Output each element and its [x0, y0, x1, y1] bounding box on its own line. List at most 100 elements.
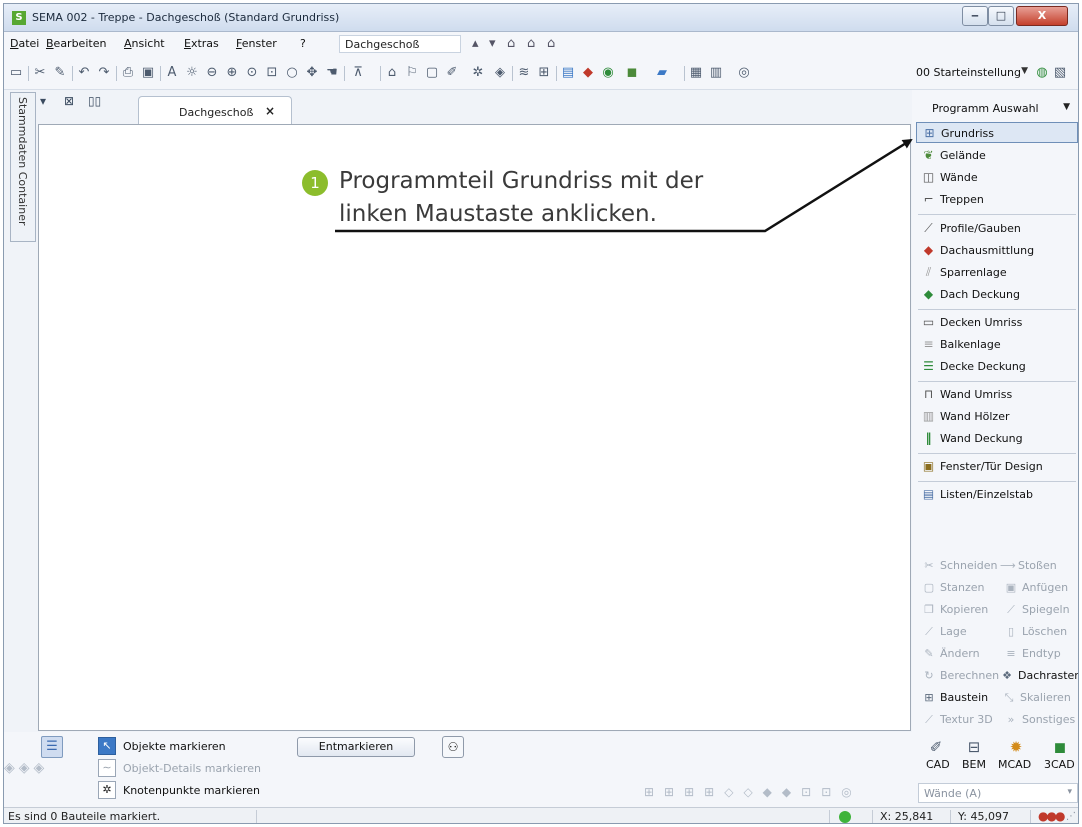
- program-item-fenster-tuer[interactable]: ▣ Fenster/Tür Design: [916, 456, 1078, 477]
- layers-button[interactable]: ☰: [41, 736, 63, 758]
- light-icon[interactable]: ☼: [184, 65, 200, 81]
- menu-ansicht[interactable]: Ansicht: [124, 37, 165, 50]
- options-icon[interactable]: ▧: [1052, 65, 1068, 81]
- snap-icon[interactable]: ⊼: [350, 65, 366, 81]
- cad-icon[interactable]: ✐: [926, 738, 946, 756]
- frame-icon[interactable]: ▢: [424, 65, 440, 81]
- mark-nodes-icon[interactable]: ✲: [98, 781, 116, 799]
- filter-icons[interactable]: ⊞⊞⊞⊞◇◇◆◆⊡⊡◎: [644, 785, 862, 799]
- program-item-dachausmittlung[interactable]: ◆ Dachausmittlung: [916, 240, 1078, 261]
- color-icon[interactable]: ▰: [654, 65, 670, 81]
- tool-aendern[interactable]: ✎ Ändern: [922, 647, 979, 660]
- hand-icon[interactable]: ☚: [324, 65, 340, 81]
- program-item-grundriss[interactable]: ⊞ Grundriss: [916, 122, 1078, 143]
- tool-stossen[interactable]: ⟶ Stoßen: [1000, 559, 1057, 572]
- mode-cad[interactable]: CAD: [926, 758, 950, 771]
- zoom-window-icon[interactable]: ⊙: [244, 65, 260, 81]
- redo-icon[interactable]: ↷: [96, 65, 112, 81]
- tool-skalieren[interactable]: ⤡ Skalieren: [1002, 691, 1071, 704]
- program-item-sparrenlage[interactable]: ⫽ Sparrenlage: [916, 262, 1078, 283]
- tool-spiegeln[interactable]: ⟋ Spiegeln: [1004, 603, 1069, 616]
- mark-details-icon[interactable]: ∼: [98, 759, 116, 777]
- mcad-icon[interactable]: ✹: [1006, 738, 1026, 756]
- program-item-profile[interactable]: ⟋ Profile/Gauben: [916, 218, 1078, 239]
- program-item-decke-deckung[interactable]: ☰ Decke Deckung: [916, 356, 1078, 377]
- menu-fenster[interactable]: Fenster: [236, 37, 277, 50]
- tool-stanzen[interactable]: ▢ Stanzen: [922, 581, 985, 594]
- layer-group-icons[interactable]: ◈◈◈: [4, 760, 48, 776]
- tool-berechnen[interactable]: ↻ Berechnen: [922, 669, 999, 682]
- drawing-canvas[interactable]: 1 Programmteil Grundriss mit der linken …: [38, 124, 911, 731]
- window-icon[interactable]: ▥: [708, 65, 724, 81]
- menu-help[interactable]: ?: [300, 37, 306, 50]
- bem-icon[interactable]: ⊟: [964, 738, 984, 756]
- mode-bem[interactable]: BEM: [962, 758, 986, 771]
- floor-lower-house-icon[interactable]: ⌂: [547, 36, 555, 51]
- floor-current-house-icon[interactable]: ⌂: [527, 36, 535, 51]
- program-item-waende[interactable]: ◫ Wände: [916, 167, 1078, 188]
- tool-loeschen[interactable]: ▯ Löschen: [1004, 625, 1067, 638]
- close-all-icon[interactable]: ⊠: [64, 94, 74, 108]
- floor-select[interactable]: Dachgeschoß: [339, 35, 461, 53]
- cut-icon[interactable]: ✂: [32, 65, 48, 81]
- close-button[interactable]: X: [1016, 6, 1068, 26]
- stairs-tool-icon[interactable]: ≋: [516, 65, 532, 81]
- minimize-button[interactable]: ‒: [962, 6, 988, 26]
- paste-icon[interactable]: ✎: [52, 65, 68, 81]
- program-item-treppen[interactable]: ⌐ Treppen: [916, 189, 1078, 210]
- render-icon[interactable]: ◈: [492, 65, 508, 81]
- text-size-icon[interactable]: A: [164, 65, 180, 81]
- program-item-wand-hoelzer[interactable]: ▥ Wand Hölzer: [916, 406, 1078, 427]
- measure-icon[interactable]: ⊞: [536, 65, 552, 81]
- cube-icon[interactable]: ◼: [624, 65, 640, 81]
- undo-icon[interactable]: ↶: [76, 65, 92, 81]
- program-selection-header[interactable]: Programm Auswahl: [932, 102, 1039, 115]
- program-item-balkenlage[interactable]: ≡ Balkenlage: [916, 334, 1078, 355]
- menu-bearbeiten[interactable]: Bearbeiten: [46, 37, 106, 50]
- tool-endtyp[interactable]: ≡ Endtyp: [1004, 647, 1060, 660]
- mode-3cad[interactable]: 3CAD: [1044, 758, 1075, 771]
- pan-icon[interactable]: ✥: [304, 65, 320, 81]
- master-data-container-tab[interactable]: Stammdaten Container: [10, 92, 36, 242]
- zoom-icon[interactable]: ○: [284, 65, 300, 81]
- unmark-button[interactable]: Entmarkieren: [297, 737, 415, 757]
- flag-icon[interactable]: ⚐: [404, 65, 420, 81]
- tool-dachraster[interactable]: ❖ Dachraster: [1000, 669, 1078, 682]
- menu-extras[interactable]: Extras: [184, 37, 219, 50]
- print-icon[interactable]: ⎙: [120, 65, 136, 81]
- tool-textur-3d[interactable]: ⟋ Textur 3D: [922, 713, 993, 726]
- menu-datei[interactable]: Datei: [10, 37, 39, 50]
- program-item-listen[interactable]: ▤ Listen/Einzelstab: [916, 484, 1078, 505]
- mode-mcad[interactable]: MCAD: [998, 758, 1031, 771]
- chevron-down-icon[interactable]: ▼: [1063, 102, 1070, 112]
- tool-kopieren[interactable]: ❐ Kopieren: [922, 603, 988, 616]
- tab-dachgeschoss[interactable]: Dachgeschoß ×: [138, 96, 292, 124]
- tool-lage[interactable]: ⟋ Lage: [922, 625, 966, 638]
- 3cad-icon[interactable]: ◼: [1050, 738, 1070, 756]
- program-item-decken-umriss[interactable]: ▭ Decken Umriss: [916, 312, 1078, 333]
- program-item-dach-deckung[interactable]: ◆ Dach Deckung: [916, 284, 1078, 305]
- maximize-button[interactable]: □: [988, 6, 1014, 26]
- grid-icon[interactable]: ▦: [688, 65, 704, 81]
- tab-list-icon[interactable]: ▾: [40, 94, 46, 108]
- marker-icon[interactable]: ◆: [580, 65, 596, 81]
- resize-grip-icon[interactable]: ⋰: [1066, 811, 1076, 822]
- house-view-icon[interactable]: ⌂: [384, 65, 400, 81]
- mark-objects-label[interactable]: Objekte markieren: [123, 740, 226, 753]
- mark-nodes-label[interactable]: Knotenpunkte markieren: [123, 784, 260, 797]
- floor-down-icon[interactable]: ▾: [489, 36, 496, 51]
- tool-schneiden[interactable]: ✂ Schneiden: [922, 559, 997, 572]
- pencil-icon[interactable]: ✐: [444, 65, 460, 81]
- program-item-wand-umriss[interactable]: ⊓ Wand Umriss: [916, 384, 1078, 405]
- zoom-out-icon[interactable]: ⊖: [204, 65, 220, 81]
- open-folder-icon[interactable]: ▭: [8, 65, 24, 81]
- floor-up-icon[interactable]: ▴: [472, 36, 479, 51]
- visibility-icon[interactable]: ◍: [1034, 65, 1050, 81]
- tool-anfuegen[interactable]: ▣ Anfügen: [1004, 581, 1068, 594]
- floor-upper-house-icon[interactable]: ⌂: [507, 36, 515, 51]
- tool-baustein[interactable]: ⊞ Baustein: [922, 691, 988, 704]
- program-item-wand-deckung[interactable]: ‖ Wand Deckung: [916, 428, 1078, 449]
- split-view-icon[interactable]: ▯▯: [88, 94, 101, 108]
- walls-select[interactable]: Wände (A) ▾: [918, 783, 1078, 803]
- program-item-gelaende[interactable]: ❦ Gelände: [916, 145, 1078, 166]
